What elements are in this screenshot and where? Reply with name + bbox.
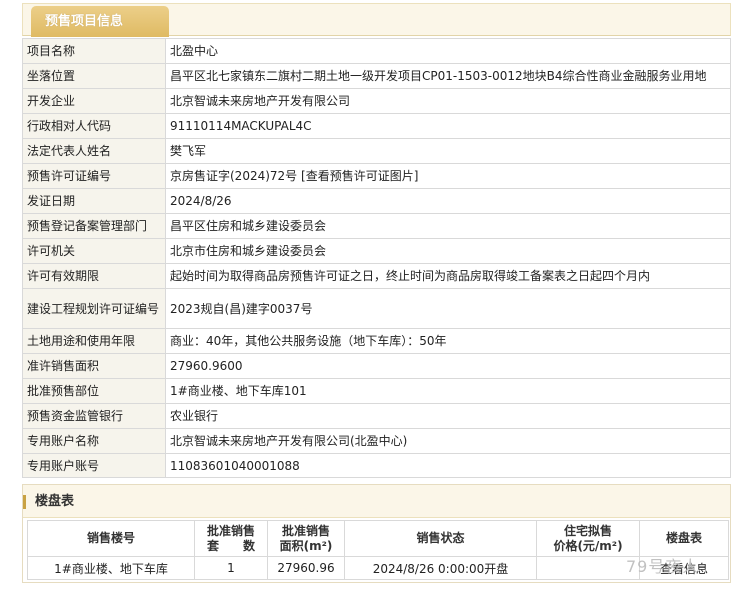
info-row: 专用账户账号 11083601040001088: [22, 453, 731, 478]
info-value: 2024/8/26: [165, 188, 731, 214]
info-value: 北京智诚未来房地产开发有限公司(北盈中心): [165, 428, 731, 454]
info-row: 预售资金监管银行 农业银行: [22, 403, 731, 429]
info-row: 预售登记备案管理部门 昌平区住房和城乡建设委员会: [22, 213, 731, 239]
info-row: 准许销售面积 27960.9600: [22, 353, 731, 379]
table-row: 1#商业楼、地下车库 1 27960.96 2024/8/26 0:00:00开…: [27, 556, 729, 580]
info-value: 1#商业楼、地下车库101: [165, 378, 731, 404]
info-value: 商业：40年，其他公共服务设施（地下车库）：50年: [165, 328, 731, 354]
cell-area: 27960.96: [267, 556, 345, 580]
info-label: 法定代表人姓名: [22, 138, 166, 164]
info-row: 坐落位置 昌平区北七家镇东二旗村二期土地一级开发项目CP01-1503-0012…: [22, 63, 731, 89]
building-table-header-row: 销售楼号 批准销售套 数 批准销售 面积(m²) 销售状态 住宅拟售 价格(元/m²…: [27, 520, 729, 557]
info-label: 许可有效期限: [22, 263, 166, 289]
info-label: 预售许可证编号: [22, 163, 166, 189]
info-row: 法定代表人姓名 樊飞军: [22, 138, 731, 164]
building-table-header: 楼盘表: [23, 485, 730, 518]
info-label: 专用账户名称: [22, 428, 166, 454]
col-building: 销售楼号: [27, 520, 195, 557]
info-label: 行政相对人代码: [22, 113, 166, 139]
info-label: 开发企业: [22, 88, 166, 114]
tab-presale-project-info[interactable]: 预售项目信息: [31, 6, 169, 37]
cell-units: 1: [194, 556, 268, 580]
panel-tab-bar: 预售项目信息: [22, 3, 731, 37]
info-value: 北京市住房和城乡建设委员会: [165, 238, 731, 264]
info-value: 京房售证字(2024)72号 [查看预售许可证图片]: [165, 163, 731, 189]
col-table: 楼盘表: [639, 520, 729, 557]
info-label: 预售资金监管银行: [22, 403, 166, 429]
col-units-line2: 套 数: [206, 538, 255, 553]
info-row: 土地用途和使用年限 商业：40年，其他公共服务设施（地下车库）：50年: [22, 328, 731, 354]
cell-status: 2024/8/26 0:00:00开盘: [344, 556, 537, 580]
info-label: 准许销售面积: [22, 353, 166, 379]
info-label: 建设工程规划许可证编号: [22, 288, 166, 329]
col-area-line1: 批准销售: [281, 523, 330, 538]
col-area-line2: 面积(m²): [279, 538, 333, 553]
info-value: 农业银行: [165, 403, 731, 429]
info-row: 开发企业 北京智诚未来房地产开发有限公司: [22, 88, 731, 114]
col-price-line1: 住宅拟售: [563, 523, 612, 538]
info-label: 坐落位置: [22, 63, 166, 89]
presale-project-panel: 预售项目信息 项目名称 北盈中心 坐落位置 昌平区北七家镇东二旗村二期土地一级开…: [22, 3, 731, 478]
col-units: 批准销售套 数: [194, 520, 268, 557]
license-number: 京房售证字(2024)72号: [170, 169, 298, 183]
info-label: 土地用途和使用年限: [22, 328, 166, 354]
info-label: 批准预售部位: [22, 378, 166, 404]
info-label: 预售登记备案管理部门: [22, 213, 166, 239]
info-value: 91110114MACKUPAL4C: [165, 113, 731, 139]
project-info-table: 项目名称 北盈中心 坐落位置 昌平区北七家镇东二旗村二期土地一级开发项目CP01…: [22, 38, 731, 478]
info-value: 北盈中心: [165, 38, 731, 64]
info-value: 起始时间为取得商品房预售许可证之日，终止时间为商品房取得竣工备案表之日起四个月内: [165, 263, 731, 289]
info-value: 樊飞军: [165, 138, 731, 164]
info-row: 许可机关 北京市住房和城乡建设委员会: [22, 238, 731, 264]
info-label: 项目名称: [22, 38, 166, 64]
info-value: 27960.9600: [165, 353, 731, 379]
cell-building: 1#商业楼、地下车库: [27, 556, 195, 580]
building-table: 销售楼号 批准销售套 数 批准销售 面积(m²) 销售状态 住宅拟售 价格(元/m²…: [27, 520, 729, 580]
col-status: 销售状态: [344, 520, 537, 557]
info-label: 许可机关: [22, 238, 166, 264]
section-marker: [23, 495, 26, 509]
watermark: 79号夜人: [626, 557, 700, 576]
info-label: 发证日期: [22, 188, 166, 214]
info-row: 批准预售部位 1#商业楼、地下车库101: [22, 378, 731, 404]
col-price: 住宅拟售 价格(元/m²): [536, 520, 640, 557]
info-row: 建设工程规划许可证编号 2023规自(昌)建字0037号: [22, 288, 731, 329]
info-row: 行政相对人代码 91110114MACKUPAL4C: [22, 113, 731, 139]
info-value: 北京智诚未来房地产开发有限公司: [165, 88, 731, 114]
info-label: 专用账户账号: [22, 453, 166, 478]
building-table-panel: 楼盘表 销售楼号 批准销售套 数 批准销售 面积(m²) 销售状态 住宅拟售 价格(…: [22, 484, 731, 583]
info-value: 昌平区北七家镇东二旗村二期土地一级开发项目CP01-1503-0012地块B4综…: [165, 63, 731, 89]
info-row: 预售许可证编号 京房售证字(2024)72号 [查看预售许可证图片]: [22, 163, 731, 189]
col-area: 批准销售 面积(m²): [267, 520, 345, 557]
info-value: 11083601040001088: [165, 453, 731, 478]
cell-price: [536, 556, 640, 580]
info-row: 许可有效期限 起始时间为取得商品房预售许可证之日，终止时间为商品房取得竣工备案表…: [22, 263, 731, 289]
col-units-line1: 批准销售: [206, 523, 255, 538]
info-row: 项目名称 北盈中心: [22, 38, 731, 64]
info-value: 昌平区住房和城乡建设委员会: [165, 213, 731, 239]
info-value: 2023规自(昌)建字0037号: [165, 288, 731, 329]
col-price-line2: 价格(元/m²): [553, 538, 623, 553]
building-table-title: 楼盘表: [35, 494, 75, 509]
view-license-image-link[interactable]: [查看预售许可证图片]: [301, 169, 418, 183]
info-row: 发证日期 2024/8/26: [22, 188, 731, 214]
info-row: 专用账户名称 北京智诚未来房地产开发有限公司(北盈中心): [22, 428, 731, 454]
